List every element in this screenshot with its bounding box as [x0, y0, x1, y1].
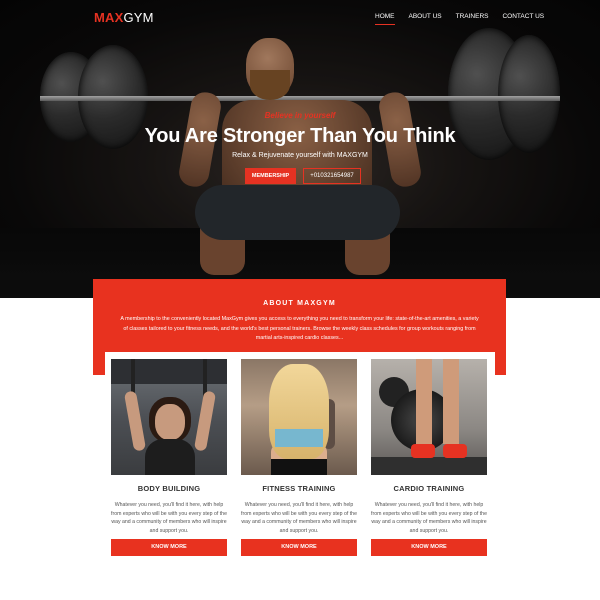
woman-shorts [271, 459, 327, 475]
service-card-body-building: BODY BUILDING Whatever you need, you'll … [111, 359, 227, 556]
leg-right [443, 359, 459, 444]
service-card-fitness-training: FITNESS TRAINING Whatever you need, you'… [241, 359, 357, 556]
card-title: FITNESS TRAINING [262, 484, 336, 493]
body-building-image [111, 359, 227, 475]
nav-menu: HOME ABOUT US TRAINERS CONTACT US [375, 13, 558, 25]
card-description: Whatever you need, you'll find it here, … [111, 502, 227, 535]
red-shoe-left [411, 444, 435, 458]
logo-gym-text: GYM [123, 10, 154, 25]
logo[interactable]: MAXGYM [94, 10, 154, 25]
about-title: ABOUT MAXGYM [263, 300, 336, 307]
woman-sports-top [275, 429, 323, 447]
know-more-button[interactable]: KNOW MORE [241, 539, 357, 556]
woman-top [145, 439, 195, 475]
service-card-cardio-training: CARDIO TRAINING Whatever you need, you'l… [371, 359, 487, 556]
fitness-training-image [241, 359, 357, 475]
logo-max-text: MAX [94, 10, 124, 25]
nav-link-trainers[interactable]: TRAINERS [456, 13, 489, 25]
woman-face [155, 404, 185, 440]
know-more-button[interactable]: KNOW MORE [111, 539, 227, 556]
red-shoe-right [443, 444, 467, 458]
nav-link-about-us[interactable]: ABOUT US [409, 13, 442, 25]
hero-tagline: Believe in yourself [264, 111, 336, 120]
card-title: CARDIO TRAINING [393, 484, 465, 493]
nav-link-contact-us[interactable]: CONTACT US [502, 13, 544, 25]
hero-subline: Relax & Rejuvenate yourself with MAXGYM [232, 152, 368, 159]
top-navigation: MAXGYM HOME ABOUT US TRAINERS CONTACT US [0, 0, 600, 34]
phone-button[interactable]: +01032165498​7 [303, 168, 361, 184]
membership-button[interactable]: MEMBERSHIP [245, 168, 296, 184]
leg-left [416, 359, 432, 444]
woman-arm-right [193, 390, 217, 452]
hero-overlay [0, 0, 600, 298]
cardio-training-image [371, 359, 487, 475]
nav-link-home[interactable]: HOME [375, 13, 395, 25]
know-more-button[interactable]: KNOW MORE [371, 539, 487, 556]
hero-banner [0, 0, 600, 298]
woman-arm-left [123, 390, 147, 452]
gym-machine-frame [111, 359, 227, 384]
hero-headline: You Are Stronger Than You Think [144, 125, 456, 147]
card-description: Whatever you need, you'll find it here, … [371, 502, 487, 535]
card-description: Whatever you need, you'll find it here, … [241, 502, 357, 535]
gym-floor [371, 457, 487, 475]
card-title: BODY BUILDING [137, 484, 201, 493]
about-text: A membership to the conveniently located… [120, 316, 479, 341]
